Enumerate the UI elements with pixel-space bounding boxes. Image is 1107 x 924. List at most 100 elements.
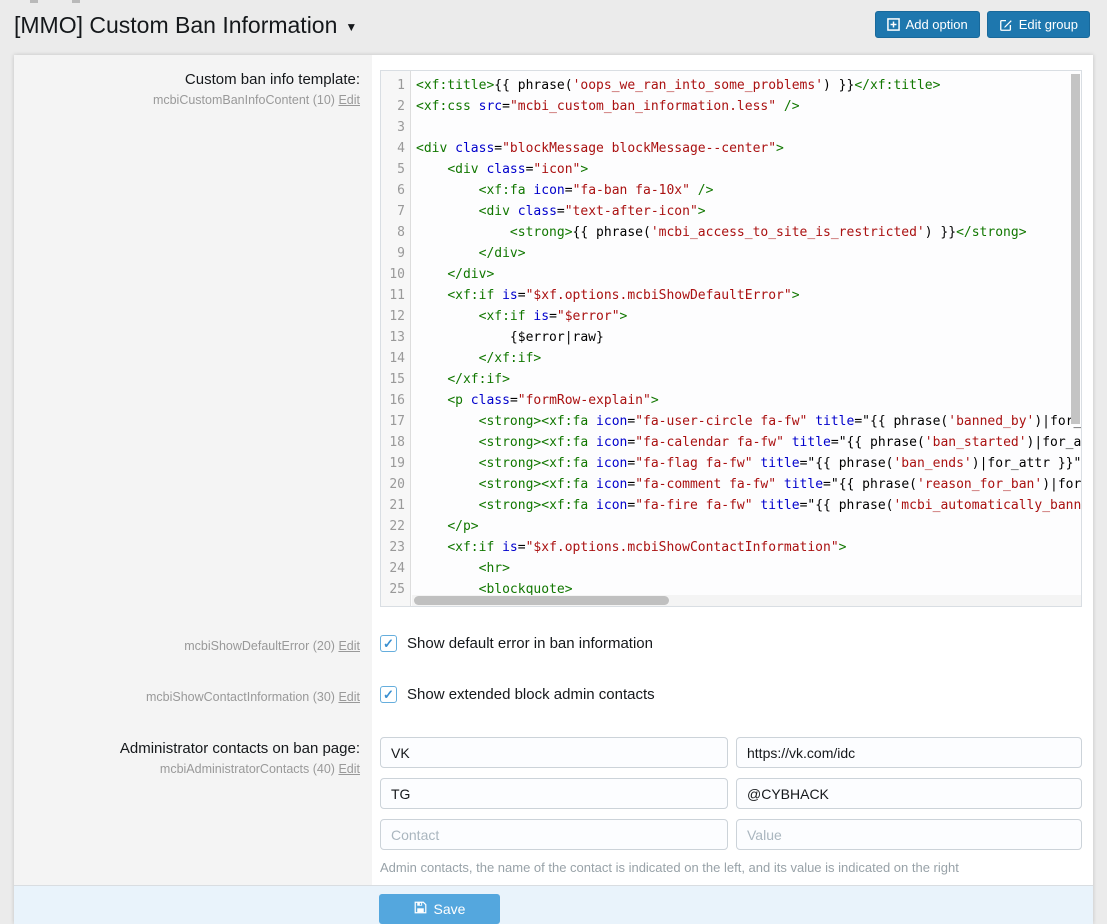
line-number: 2 [381,96,410,117]
code-line: {$error|raw} [416,327,1081,348]
code-line: <xf:if is="$xf.options.mcbiShowContactIn… [416,537,1081,558]
code-line: <strong><xf:fa icon="fa-flag fa-fw" titl… [416,453,1081,474]
code-line: <xf:css src="mcbi_custom_ban_information… [416,96,1081,117]
code-line [416,117,1081,138]
option-id: mcbiAdministratorContacts (40) [160,762,335,776]
line-number: 7 [381,201,410,222]
line-number: 9 [381,243,410,264]
save-label: Save [434,901,466,917]
check-icon: ✓ [383,688,394,701]
code-line: <div class="icon"> [416,159,1081,180]
page-header: [MMO] Custom Ban Information ▼ Add optio… [0,0,1107,55]
default-error-row-label: mcbiShowDefaultError (20) Edit [14,638,360,655]
line-number: 1 [381,75,410,96]
options-form: Custom ban info template: mcbiCustomBanI… [14,55,1093,924]
edit-option-link[interactable]: Edit [338,639,360,653]
edit-group-button[interactable]: Edit group [987,11,1090,38]
code-line: <xf:fa icon="fa-ban fa-10x" /> [416,180,1081,201]
line-number: 13 [381,327,410,348]
code-line: <strong><xf:fa icon="fa-calendar fa-fw" … [416,432,1081,453]
header-actions: Add option Edit group [875,11,1090,38]
contact-name-input[interactable] [380,778,728,809]
chevron-down-icon: ▼ [345,18,357,33]
pencil-square-icon [999,18,1013,32]
line-number: 16 [381,390,410,411]
line-number: 21 [381,495,410,516]
option-meta: mcbiShowContactInformation (30) Edit [14,689,360,706]
code-line: </xf:if> [416,369,1081,390]
contact-value-input[interactable] [736,737,1082,768]
code-line: <strong><xf:fa icon="fa-fire fa-fw" titl… [416,495,1081,516]
check-icon: ✓ [383,637,394,650]
add-option-label: Add option [906,17,968,32]
contact-info-row-label: mcbiShowContactInformation (30) Edit [14,689,360,706]
contact-row [380,819,1082,850]
line-number: 12 [381,306,410,327]
contact-value-input[interactable] [736,778,1082,809]
option-meta: mcbiAdministratorContacts (40) Edit [14,761,360,778]
option-meta: mcbiCustomBanInfoContent (10) Edit [14,92,360,109]
form-footer: Save [14,885,1093,924]
page-title: [MMO] Custom Ban Information [14,12,337,39]
line-number: 6 [381,180,410,201]
edit-option-link[interactable]: Edit [338,762,360,776]
editor-gutter: 1234567891011121314151617181920212223242… [381,71,411,606]
line-number: 4 [381,138,410,159]
admin-contacts-row-label: Administrator contacts on ban page: mcbi… [14,739,360,778]
code-line: </div> [416,264,1081,285]
contact-name-input[interactable] [380,819,728,850]
scrollbar-thumb[interactable] [414,596,669,605]
code-line: </xf:if> [416,348,1081,369]
checkbox-label[interactable]: Show default error in ban information [407,635,653,652]
code-line: <strong>{{ phrase('mcbi_access_to_site_i… [416,222,1081,243]
line-number: 14 [381,348,410,369]
line-number: 15 [381,369,410,390]
editor-code[interactable]: <xf:title>{{ phrase('oops_we_ran_into_so… [411,71,1081,606]
checkbox-label[interactable]: Show extended block admin contacts [407,686,655,703]
code-line: </div> [416,243,1081,264]
line-number: 24 [381,558,410,579]
contact-row [380,778,1082,809]
template-row-label: Custom ban info template: mcbiCustomBanI… [14,70,360,109]
code-line: <xf:title>{{ phrase('oops_we_ran_into_so… [416,75,1081,96]
add-option-button[interactable]: Add option [875,11,980,38]
code-line: <xf:if is="$xf.options.mcbiShowDefaultEr… [416,285,1081,306]
line-number: 20 [381,474,410,495]
contact-row [380,737,1082,768]
code-line: <div class="text-after-icon"> [416,201,1081,222]
line-number: 11 [381,285,410,306]
page-title-menu[interactable]: [MMO] Custom Ban Information ▼ [14,12,357,39]
show-default-error-checkbox[interactable]: ✓ [380,635,397,652]
show-contact-information-checkbox[interactable]: ✓ [380,686,397,703]
edit-option-link[interactable]: Edit [338,93,360,107]
editor-horizontal-scrollbar[interactable] [412,595,1081,606]
code-line: <hr> [416,558,1081,579]
code-line: <strong><xf:fa icon="fa-user-circle fa-f… [416,411,1081,432]
line-number: 19 [381,453,410,474]
option-id: mcbiCustomBanInfoContent (10) [153,93,335,107]
option-label: Custom ban info template: [14,70,360,89]
contacts-hint: Admin contacts, the name of the contact … [380,860,1082,875]
contact-info-row: ✓ Show extended block admin contacts [380,686,655,703]
floppy-disk-icon [414,901,427,917]
editor-vertical-scrollbar[interactable] [1071,74,1080,424]
code-editor[interactable]: 1234567891011121314151617181920212223242… [380,70,1082,607]
line-number: 25 [381,579,410,600]
line-number: 18 [381,432,410,453]
code-line: <p class="formRow-explain"> [416,390,1081,411]
save-button[interactable]: Save [379,894,500,924]
line-number: 3 [381,117,410,138]
option-label: Administrator contacts on ban page: [14,739,360,758]
line-number: 8 [381,222,410,243]
line-number: 17 [381,411,410,432]
code-line: <xf:if is="$error"> [416,306,1081,327]
edit-group-label: Edit group [1019,17,1078,32]
edit-option-link[interactable]: Edit [338,690,360,704]
contact-value-input[interactable] [736,819,1082,850]
code-line: <div class="blockMessage blockMessage--c… [416,138,1081,159]
contacts-list: Admin contacts, the name of the contact … [380,737,1082,875]
contact-name-input[interactable] [380,737,728,768]
option-id: mcbiShowDefaultError (20) [184,639,335,653]
line-number: 23 [381,537,410,558]
default-error-row: ✓ Show default error in ban information [380,635,653,652]
